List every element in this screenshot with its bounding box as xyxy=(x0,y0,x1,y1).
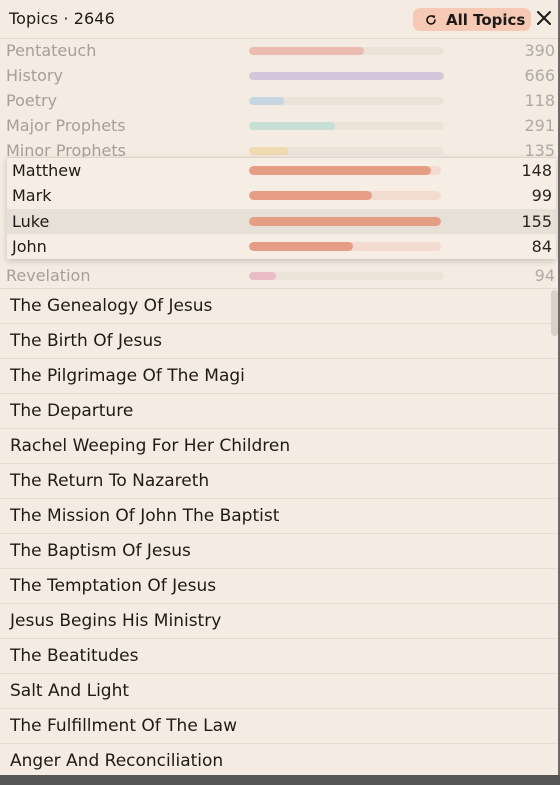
category-count: 291 xyxy=(524,116,555,135)
topic-label: The Return To Nazareth xyxy=(10,471,210,491)
topic-row[interactable]: The Genealogy Of Jesus xyxy=(0,289,558,324)
category-count: 118 xyxy=(524,91,555,110)
topic-label: The Genealogy Of Jesus xyxy=(10,296,213,316)
book-popup: Matthew 148 Mark 99 Luke 155 John 84 xyxy=(7,157,556,259)
all-topics-button[interactable]: All Topics xyxy=(413,8,531,31)
book-row[interactable]: Matthew 148 xyxy=(7,158,556,183)
category-row[interactable]: History 666 xyxy=(0,63,558,88)
category-bar-fill xyxy=(249,122,335,130)
category-bar-fill xyxy=(249,47,365,55)
category-label: Poetry xyxy=(6,91,58,110)
topic-row[interactable]: The Return To Nazareth xyxy=(0,464,558,499)
topic-row[interactable]: Rachel Weeping For Her Children xyxy=(0,429,558,464)
topic-row[interactable]: The Departure xyxy=(0,394,558,429)
topic-label: The Temptation Of Jesus xyxy=(10,576,217,596)
book-bar-fill xyxy=(249,191,372,200)
book-bar-track xyxy=(249,191,441,200)
topic-label: Rachel Weeping For Her Children xyxy=(10,436,291,456)
topic-row[interactable]: The Beatitudes xyxy=(0,639,558,674)
topic-row[interactable]: The Mission Of John The Baptist xyxy=(0,499,558,534)
book-bar-track xyxy=(249,166,441,175)
book-label: Luke xyxy=(12,212,50,231)
book-bar-fill xyxy=(249,166,432,175)
category-label: Revelation xyxy=(6,266,91,285)
refresh-icon xyxy=(426,14,436,25)
topic-label: Salt And Light xyxy=(10,681,130,701)
category-bar-fill xyxy=(249,147,288,155)
topic-label: The Baptism Of Jesus xyxy=(10,541,191,561)
category-row[interactable]: Revelation 94 xyxy=(0,263,558,288)
category-label: Pentateuch xyxy=(6,41,97,60)
close-button[interactable] xyxy=(535,9,553,27)
category-count: 94 xyxy=(534,266,555,285)
category-bar-track xyxy=(249,72,444,80)
topic-row[interactable]: The Temptation Of Jesus xyxy=(0,569,558,604)
topic-row[interactable]: Anger And Reconciliation xyxy=(0,744,558,775)
book-row[interactable]: John 84 xyxy=(7,234,556,259)
book-row[interactable]: Mark 99 xyxy=(7,183,556,208)
category-bar-track xyxy=(249,147,444,155)
book-row[interactable]: Luke 155 xyxy=(7,209,556,234)
category-bar-fill xyxy=(249,272,277,280)
topic-label: The Mission Of John The Baptist xyxy=(10,506,280,526)
panel-header: Topics · 2646 All Topics xyxy=(0,0,558,39)
book-label: John xyxy=(12,237,47,256)
category-row[interactable]: Pentateuch 390 xyxy=(0,38,558,63)
book-bar-track xyxy=(249,242,441,251)
book-bar-fill xyxy=(249,217,441,226)
topic-row[interactable]: Jesus Begins His Ministry xyxy=(0,604,558,639)
category-row[interactable]: Poetry 118 xyxy=(0,88,558,113)
category-bar-track xyxy=(249,122,444,130)
topics-panel: Topics · 2646 All Topics Pentateuch 390 Hi… xyxy=(0,0,560,775)
topic-label: The Beatitudes xyxy=(10,646,139,666)
category-label: Major Prophets xyxy=(6,116,126,135)
category-count: 390 xyxy=(524,41,555,60)
category-count: 666 xyxy=(524,66,555,85)
topic-label: The Birth Of Jesus xyxy=(10,331,162,351)
book-count: 84 xyxy=(531,237,552,256)
category-bar-fill xyxy=(249,97,285,105)
book-label: Matthew xyxy=(12,161,82,180)
book-count: 99 xyxy=(531,186,552,205)
category-bar-track xyxy=(249,97,444,105)
topic-label: Jesus Begins His Ministry xyxy=(10,611,222,631)
close-icon xyxy=(537,11,551,25)
category-bar-fill xyxy=(249,72,444,80)
book-label: Mark xyxy=(12,186,52,205)
topic-row[interactable]: Salt And Light xyxy=(0,674,558,709)
topic-list: The Genealogy Of Jesus The Birth Of Jesus… xyxy=(0,288,558,775)
topic-row[interactable]: The Pilgrimage Of The Magi xyxy=(0,359,558,394)
window-bottom-edge xyxy=(0,775,560,785)
category-row[interactable]: Major Prophets 291 xyxy=(0,113,558,138)
book-count: 148 xyxy=(521,161,552,180)
topic-label: The Pilgrimage Of The Magi xyxy=(10,366,245,386)
topic-list-scrollbar[interactable] xyxy=(551,290,558,336)
topic-label: Anger And Reconciliation xyxy=(10,751,224,771)
topic-label: The Departure xyxy=(10,401,134,421)
book-bar-track xyxy=(249,217,441,226)
book-count: 155 xyxy=(521,212,552,231)
all-topics-label: All Topics xyxy=(446,10,526,29)
book-bar-fill xyxy=(249,242,353,251)
topic-label: The Fulfillment Of The Law xyxy=(10,716,237,736)
panel-title: Topics · 2646 xyxy=(9,9,115,28)
topic-row[interactable]: The Birth Of Jesus xyxy=(0,324,558,359)
category-bar-track xyxy=(249,47,444,55)
topic-row[interactable]: The Baptism Of Jesus xyxy=(0,534,558,569)
category-bar-track xyxy=(249,272,444,280)
topic-row[interactable]: The Fulfillment Of The Law xyxy=(0,709,558,744)
category-label: History xyxy=(6,66,63,85)
